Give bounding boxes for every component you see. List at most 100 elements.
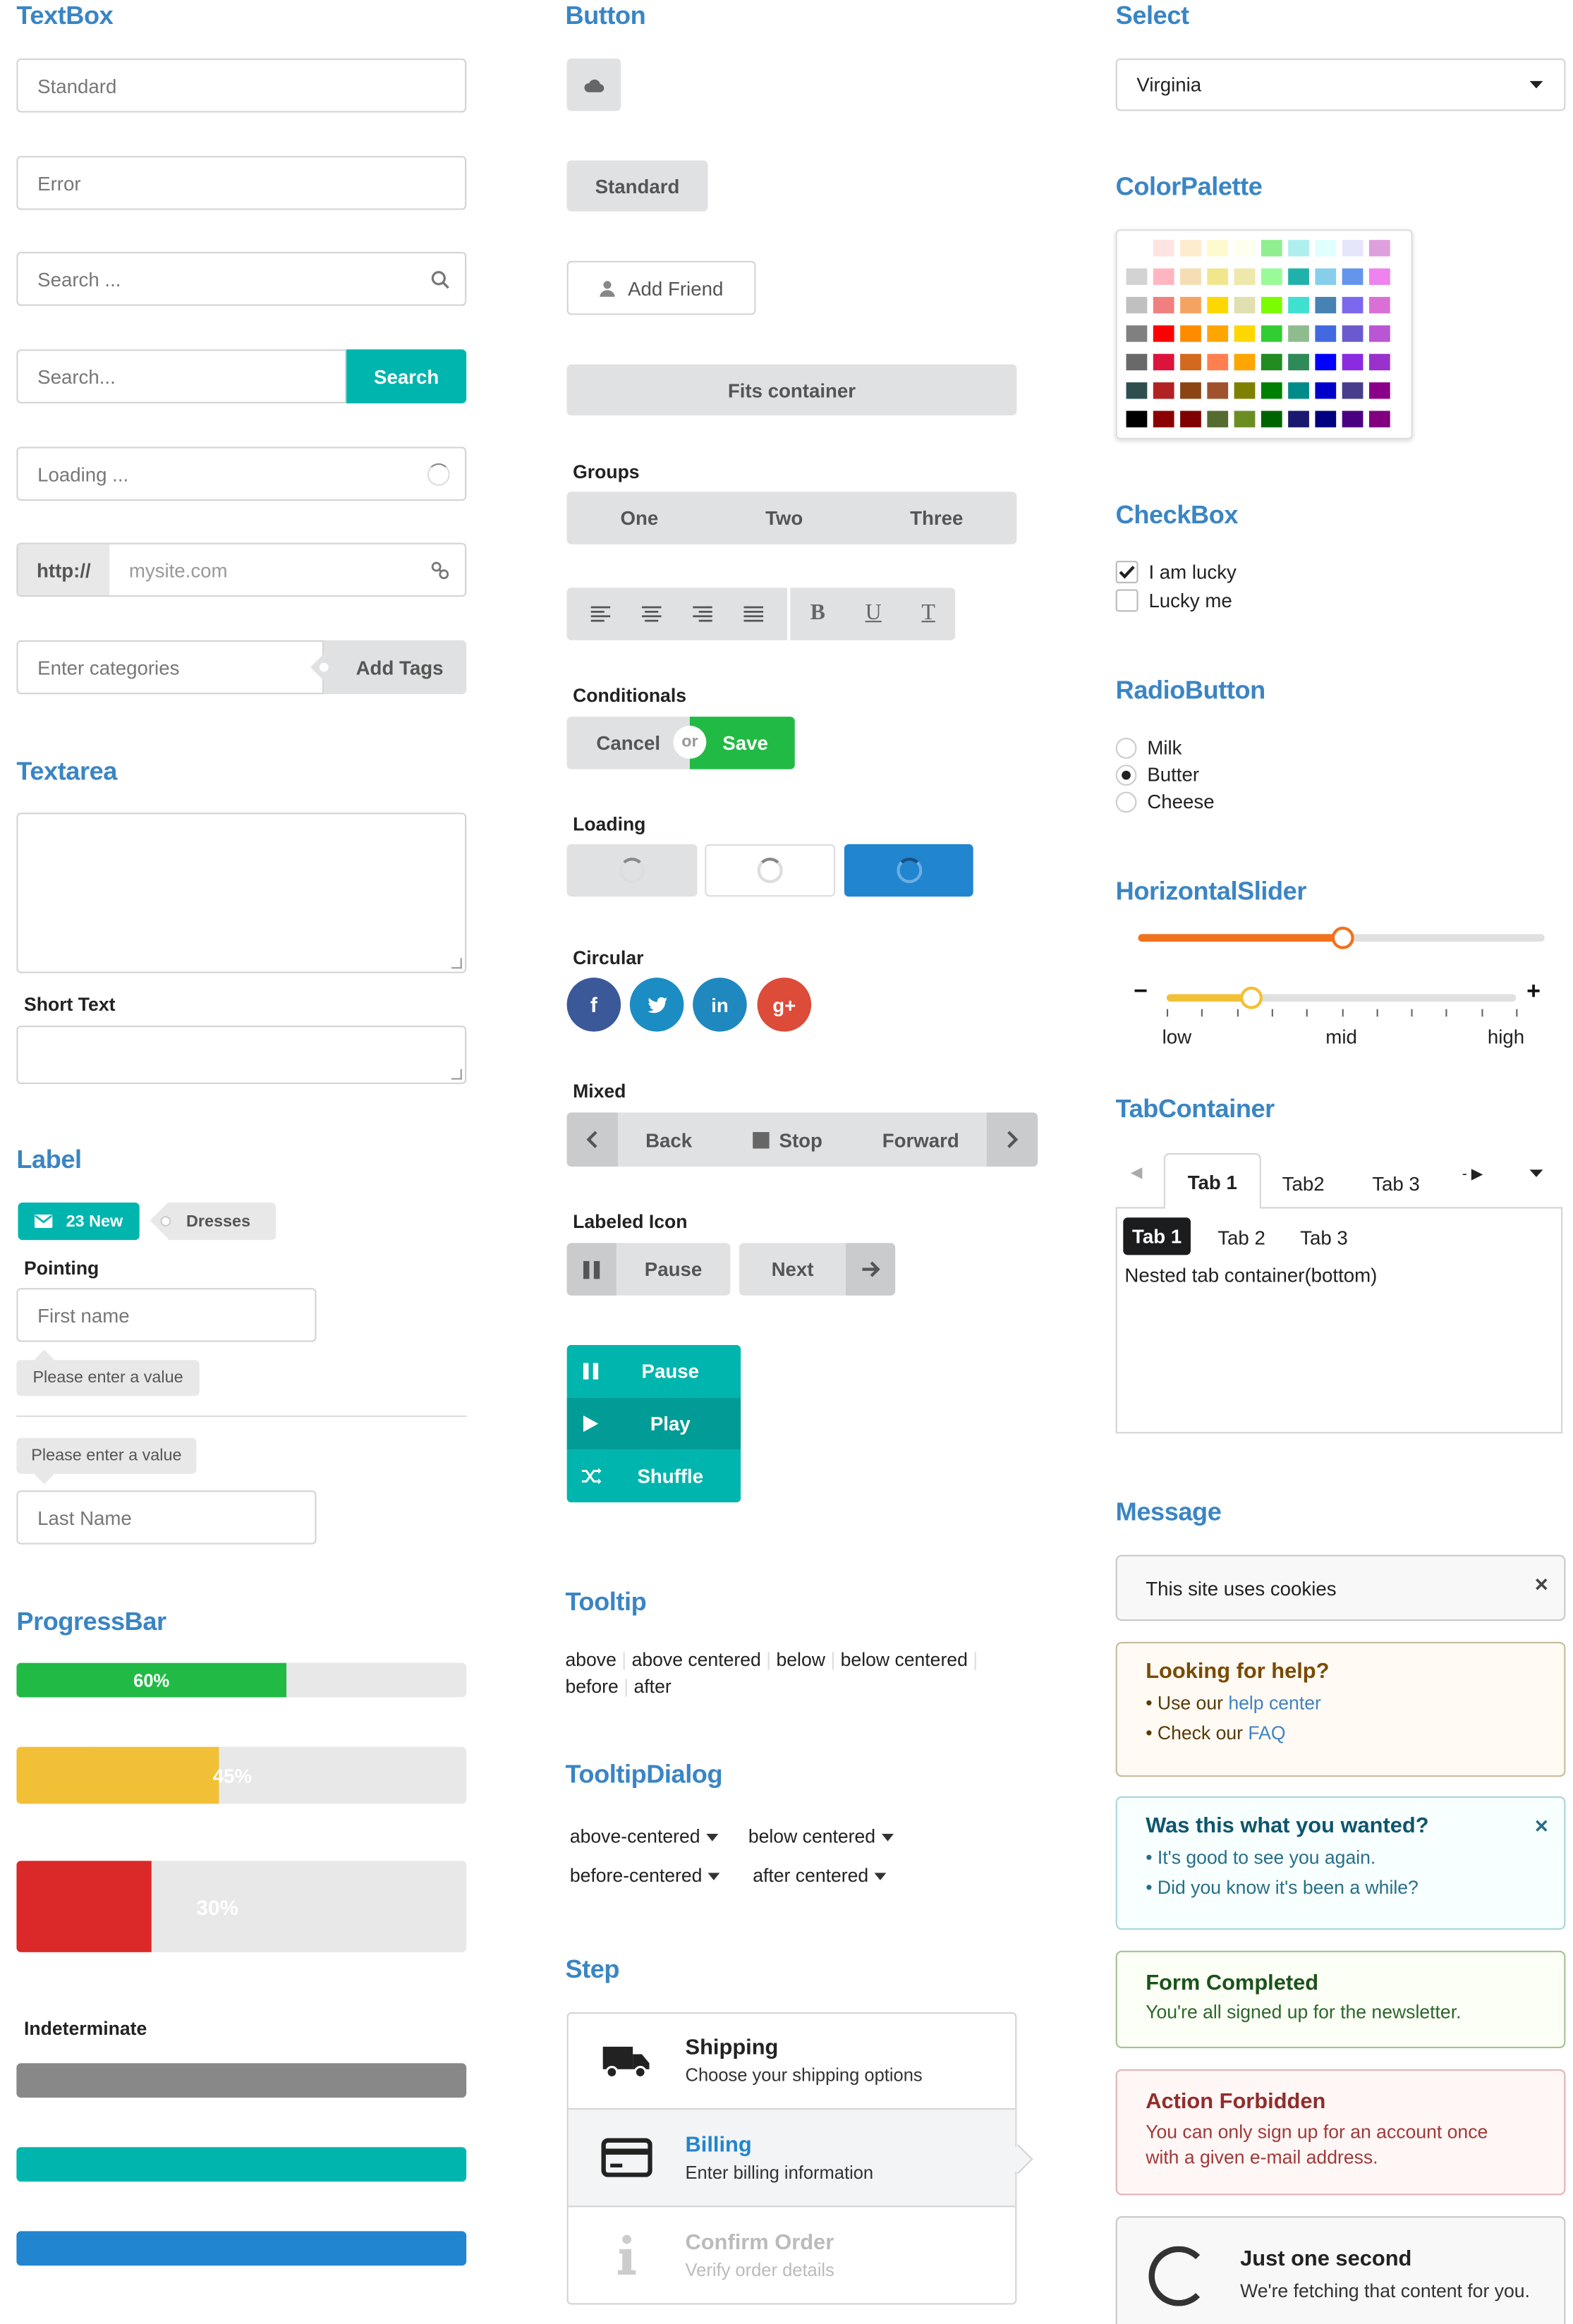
vertical-pause-button[interactable]: Pause [566, 1344, 741, 1398]
resize-handle-icon[interactable] [451, 958, 462, 969]
forward-arrow-button[interactable] [986, 1112, 1038, 1167]
linkedin-button[interactable]: in [693, 978, 747, 1032]
align-right-icon[interactable] [692, 606, 712, 622]
color-swatch[interactable] [1153, 410, 1174, 427]
color-swatch[interactable] [1180, 296, 1201, 314]
color-swatch[interactable] [1153, 296, 1174, 314]
tab-menu-caret-icon[interactable] [1529, 1169, 1543, 1177]
help-center-link[interactable]: help center [1228, 1693, 1321, 1714]
facebook-button[interactable]: f [566, 978, 621, 1032]
color-swatch[interactable] [1368, 296, 1390, 314]
step-shipping[interactable]: Shipping Choose your shipping options [568, 2014, 1016, 2110]
slider-handle[interactable] [1239, 986, 1263, 1009]
nested-tab-2[interactable]: Tab 2 [1217, 1227, 1265, 1249]
color-swatch[interactable] [1126, 325, 1148, 342]
color-swatch[interactable] [1234, 268, 1256, 285]
tooltip-before[interactable]: before [565, 1677, 618, 1698]
tab-3[interactable]: Tab 3 [1372, 1172, 1420, 1195]
twitter-button[interactable] [629, 978, 684, 1032]
color-swatch[interactable] [1342, 382, 1364, 399]
group-button-three[interactable]: Three [910, 507, 963, 530]
checkbox-lucky[interactable]: I am lucky [1115, 561, 1237, 583]
vertical-shuffle-button[interactable]: Shuffle [566, 1449, 741, 1503]
align-left-icon[interactable] [591, 606, 612, 622]
color-swatch[interactable] [1234, 240, 1256, 257]
faq-link[interactable]: FAQ [1248, 1723, 1285, 1744]
color-swatch[interactable] [1153, 353, 1174, 371]
color-swatch[interactable] [1234, 410, 1256, 427]
slider-decrement-icon[interactable]: − [1134, 979, 1148, 1006]
loading-button-gray[interactable] [566, 844, 698, 897]
resize-handle-icon[interactable] [451, 1069, 462, 1080]
color-swatch[interactable] [1342, 410, 1364, 427]
color-swatch[interactable] [1153, 325, 1174, 342]
color-swatch[interactable] [1315, 296, 1337, 314]
color-swatch[interactable] [1261, 296, 1282, 314]
color-swatch[interactable] [1126, 410, 1148, 427]
slider-increment-icon[interactable]: + [1526, 979, 1541, 1006]
stop-button[interactable]: Stop [719, 1128, 854, 1151]
bold-icon[interactable]: B [810, 601, 825, 626]
search-action-input[interactable]: Search... [16, 349, 347, 403]
back-button[interactable]: Back [618, 1128, 720, 1151]
search-button[interactable]: Search [346, 349, 467, 403]
url-input[interactable]: mysite.com [109, 545, 465, 595]
tab-1[interactable]: Tab 1 [1163, 1152, 1261, 1209]
color-swatch[interactable] [1207, 240, 1229, 257]
color-swatch[interactable] [1368, 268, 1390, 285]
next-labeled-button[interactable]: Next [739, 1243, 896, 1296]
slider-handle[interactable] [1330, 926, 1354, 949]
color-swatch[interactable] [1342, 353, 1364, 371]
color-swatch[interactable] [1315, 410, 1337, 427]
color-swatch[interactable] [1288, 382, 1309, 399]
color-swatch[interactable] [1261, 410, 1282, 427]
color-swatch[interactable] [1342, 325, 1364, 342]
tooltip-above[interactable]: above [565, 1649, 616, 1670]
color-swatch[interactable] [1288, 268, 1309, 285]
color-swatch[interactable] [1368, 410, 1390, 427]
color-swatch[interactable] [1207, 353, 1229, 371]
close-icon[interactable]: ✕ [1534, 1815, 1549, 1837]
color-swatch[interactable] [1207, 410, 1229, 427]
tooltip-after[interactable]: after [634, 1677, 672, 1698]
search-input[interactable]: Search ... [16, 252, 467, 306]
color-swatch[interactable] [1126, 268, 1148, 285]
cancel-button[interactable]: Cancel [566, 717, 690, 769]
last-name-input[interactable]: Last Name [16, 1490, 317, 1545]
close-icon[interactable]: ✕ [1534, 1574, 1549, 1595]
first-name-input[interactable]: First name [16, 1288, 317, 1342]
tab-scroll-left-icon[interactable]: ◀ [1131, 1165, 1142, 1181]
dialog-above-centered[interactable]: above-centered [570, 1826, 719, 1847]
radio-butter[interactable]: Butter [1115, 763, 1199, 786]
color-swatch[interactable] [1207, 296, 1229, 314]
textarea-field[interactable] [16, 813, 467, 973]
state-select[interactable]: Virginia [1115, 58, 1566, 111]
color-swatch[interactable] [1288, 240, 1309, 257]
pause-labeled-button[interactable]: Pause [566, 1243, 731, 1296]
color-swatch[interactable] [1126, 296, 1148, 314]
step-confirm-order[interactable]: Confirm Order Verify order details [569, 2207, 1016, 2303]
color-swatch[interactable] [1315, 268, 1337, 285]
add-tags-button[interactable]: Add Tags [310, 640, 467, 695]
align-justify-icon[interactable] [743, 606, 763, 622]
color-swatch[interactable] [1234, 353, 1256, 371]
color-swatch[interactable] [1261, 353, 1282, 371]
color-swatch[interactable] [1126, 353, 1148, 371]
color-swatch[interactable] [1180, 353, 1201, 371]
fits-container-button[interactable]: Fits container [566, 364, 1017, 415]
underline-icon[interactable]: U [866, 601, 882, 626]
nested-tab-1[interactable]: Tab 1 [1123, 1217, 1191, 1255]
color-swatch[interactable] [1288, 296, 1309, 314]
forward-button[interactable]: Forward [855, 1128, 987, 1151]
tooltip-below[interactable]: below [776, 1649, 825, 1670]
color-swatch[interactable] [1368, 353, 1390, 371]
standard-input[interactable]: Standard [16, 58, 467, 113]
color-swatch[interactable] [1342, 240, 1364, 257]
color-swatch[interactable] [1368, 240, 1390, 257]
color-swatch[interactable] [1368, 382, 1390, 399]
color-swatch[interactable] [1315, 382, 1337, 399]
loading-button-basic[interactable] [705, 844, 836, 897]
slider-track-1[interactable] [1138, 926, 1545, 949]
tab-2[interactable]: Tab2 [1282, 1172, 1325, 1195]
color-swatch[interactable] [1153, 268, 1174, 285]
